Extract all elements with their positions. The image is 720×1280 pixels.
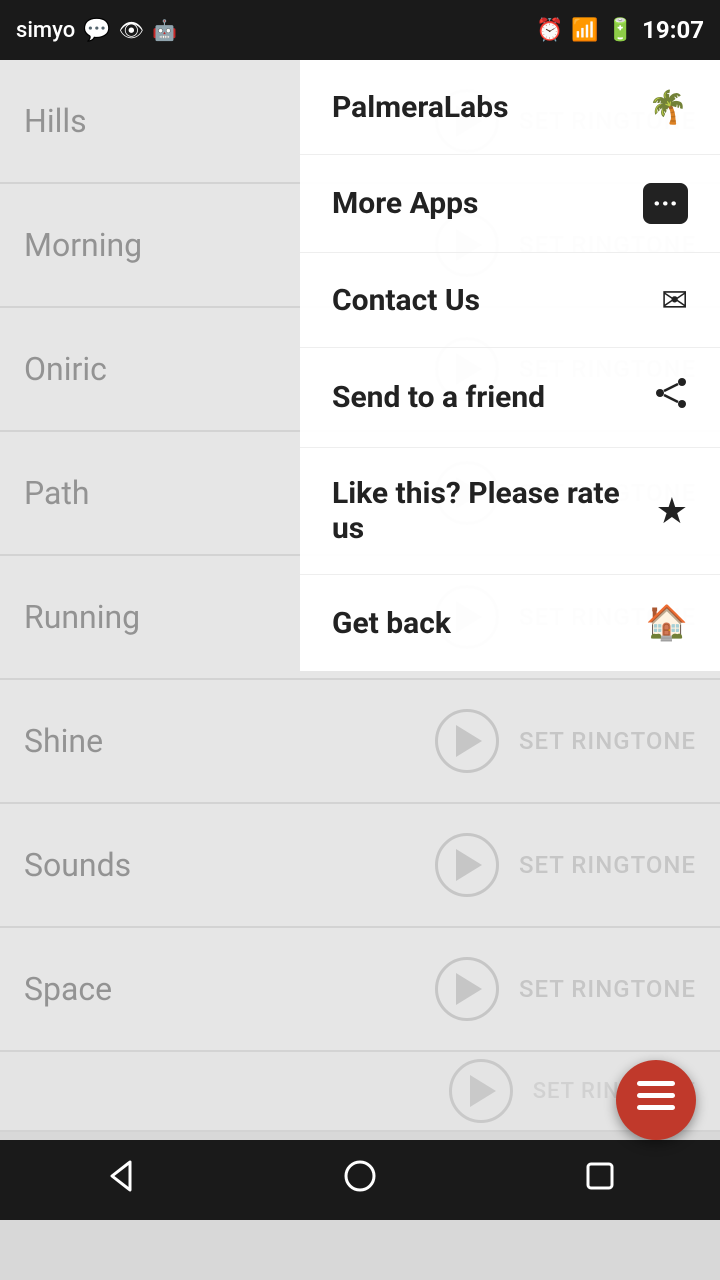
home-nav-icon bbox=[342, 1158, 378, 1203]
ringtone-name: Path bbox=[24, 474, 90, 512]
play-icon bbox=[456, 725, 482, 757]
set-ringtone-button[interactable]: SET RINGTONE bbox=[519, 727, 696, 755]
recent-icon bbox=[582, 1158, 618, 1203]
set-ringtone-button[interactable]: SET RINGTONE bbox=[519, 851, 696, 879]
menu-label-palmera: PalmeraLabs bbox=[332, 90, 508, 125]
menu-item-more-apps[interactable]: More Apps ··· bbox=[300, 155, 720, 253]
ringtone-name: Morning bbox=[24, 226, 142, 264]
play-icon bbox=[470, 1075, 496, 1107]
palm-tree-icon: 🌴 bbox=[648, 88, 688, 126]
main-content: Hills SET RINGTONE Morning SET RINGTONE … bbox=[0, 60, 720, 1220]
list-item: Shine SET RINGTONE bbox=[0, 680, 720, 804]
play-icon bbox=[456, 973, 482, 1005]
list-item: Space SET RINGTONE bbox=[0, 928, 720, 1052]
share-icon bbox=[654, 376, 688, 419]
menu-label-rate: Like this? Please rate us bbox=[332, 476, 656, 546]
android-icon: 🤖 bbox=[152, 18, 177, 42]
play-button[interactable] bbox=[435, 957, 499, 1021]
menu-label-getback: Get back bbox=[332, 606, 451, 641]
menu-item-contact[interactable]: Contact Us ✉ bbox=[300, 253, 720, 348]
more-apps-icon: ··· bbox=[643, 183, 688, 224]
status-bar: simyo 💬 👁 🤖 ⏰ 📶 🔋 19:07 bbox=[0, 0, 720, 60]
message-icon: 💬 bbox=[83, 18, 110, 43]
menu-item-getback[interactable]: Get back 🏠 bbox=[300, 575, 720, 671]
status-time: 19:07 bbox=[642, 16, 704, 44]
set-ringtone-button[interactable]: SET RINGTONE bbox=[519, 975, 696, 1003]
play-button[interactable] bbox=[435, 833, 499, 897]
signal-icon: 📶 bbox=[571, 18, 598, 43]
menu-item-rate[interactable]: Like this? Please rate us ★ bbox=[300, 448, 720, 575]
carrier-label: simyo bbox=[16, 18, 75, 43]
notification-icon: 👁 bbox=[119, 18, 144, 42]
menu-label-share: Send to a friend bbox=[332, 380, 545, 415]
back-icon bbox=[102, 1158, 138, 1203]
back-button[interactable] bbox=[80, 1150, 160, 1210]
ringtone-name: Oniric bbox=[24, 350, 107, 388]
recent-button[interactable] bbox=[560, 1150, 640, 1210]
ringtone-name: Running bbox=[24, 598, 140, 636]
ringtone-name: Shine bbox=[24, 722, 103, 760]
ringtone-name: Space bbox=[24, 970, 112, 1008]
menu-label-contact: Contact Us bbox=[332, 283, 480, 318]
row-right: SET RINGTONE bbox=[435, 709, 696, 773]
row-right: SET RINGTONE bbox=[435, 957, 696, 1021]
list-item: SET RINGTONE bbox=[0, 1052, 720, 1132]
list-item: Sounds SET RINGTONE bbox=[0, 804, 720, 928]
menu-item-palmera[interactable]: PalmeraLabs 🌴 bbox=[300, 60, 720, 155]
alarm-icon: ⏰ bbox=[536, 18, 563, 43]
ringtone-name: Hills bbox=[24, 102, 87, 140]
battery-icon: 🔋 bbox=[607, 18, 634, 43]
menu-item-share[interactable]: Send to a friend bbox=[300, 348, 720, 448]
play-button[interactable] bbox=[435, 709, 499, 773]
play-button[interactable] bbox=[449, 1059, 513, 1123]
fab-button[interactable] bbox=[616, 1060, 696, 1140]
menu-icon bbox=[637, 1081, 675, 1119]
star-icon: ★ bbox=[656, 490, 688, 532]
play-icon bbox=[456, 849, 482, 881]
overlay-menu: PalmeraLabs 🌴 More Apps ··· Contact Us ✉… bbox=[300, 60, 720, 671]
home-button[interactable] bbox=[320, 1150, 400, 1210]
home-icon: 🏠 bbox=[646, 603, 688, 643]
menu-label-more-apps: More Apps bbox=[332, 186, 478, 221]
status-left: simyo 💬 👁 🤖 bbox=[16, 18, 177, 43]
ringtone-name: Sounds bbox=[24, 846, 131, 884]
status-right: ⏰ 📶 🔋 19:07 bbox=[536, 16, 704, 44]
email-icon: ✉ bbox=[661, 281, 688, 319]
row-right: SET RINGTONE bbox=[435, 833, 696, 897]
bottom-nav bbox=[0, 1140, 720, 1220]
